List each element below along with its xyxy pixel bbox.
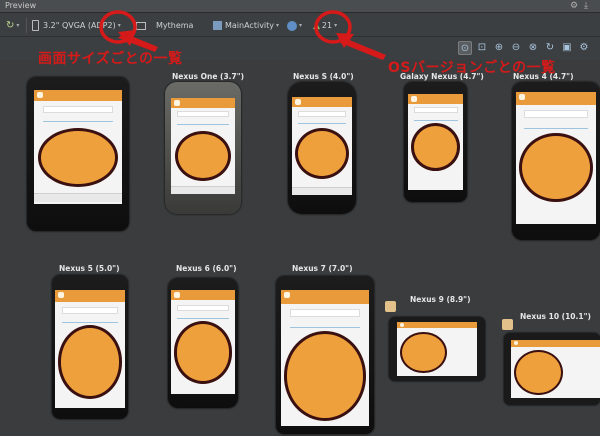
- annotation-os-version: OSバージョンごとの一覧: [388, 60, 556, 76]
- annotation-screen-size: 画面サイズごとの一覧: [38, 51, 183, 67]
